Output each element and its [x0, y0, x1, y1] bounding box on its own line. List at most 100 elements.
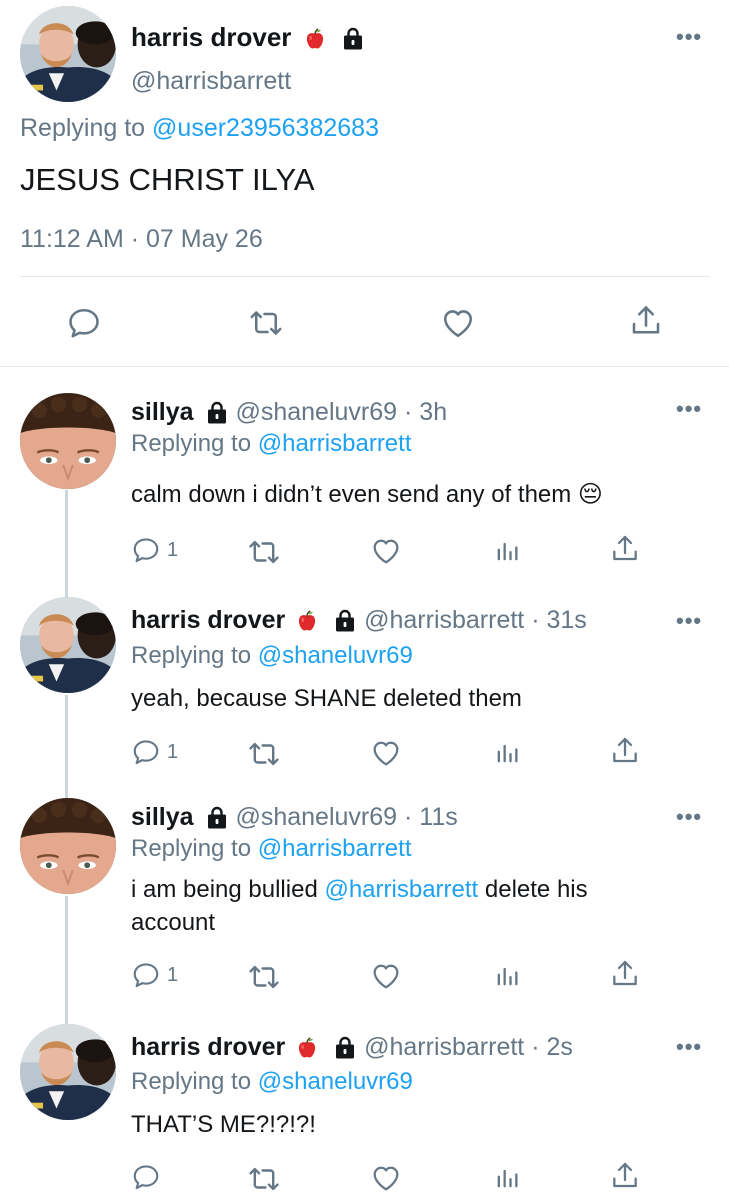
author-handle[interactable]: @shaneluvr69 [235, 398, 397, 426]
reply-icon [66, 305, 102, 341]
lock-icon [341, 24, 365, 52]
analytics-button[interactable] [493, 739, 521, 767]
more-icon[interactable]: ••• [676, 608, 702, 634]
apple-icon [302, 24, 328, 52]
display-name[interactable]: sillya [131, 803, 194, 831]
display-name[interactable]: harris drover [131, 22, 291, 52]
retweet-button[interactable] [247, 737, 281, 771]
replying-to-mention[interactable]: @harrisbarrett [258, 835, 412, 862]
retweet-button[interactable] [248, 305, 284, 341]
replying-to-mention[interactable]: @harrisbarrett [258, 430, 412, 457]
replying-to-mention[interactable]: @user23956382683 [152, 114, 379, 142]
reply-icon [131, 535, 161, 565]
more-icon[interactable]: ••• [676, 1034, 702, 1060]
replying-to-line: Replying to @shaneluvr69 [131, 642, 413, 670]
avatar[interactable] [20, 1024, 116, 1120]
reply-button[interactable] [66, 305, 102, 341]
reply-icon [131, 1162, 161, 1192]
reply-count: 1 [167, 538, 179, 561]
tweet-text-line2: account [131, 909, 216, 936]
author-handle[interactable]: @harrisbarrett [364, 606, 524, 634]
retweet-icon [247, 960, 281, 994]
author-handle[interactable]: @harrisbarrett [364, 1033, 524, 1061]
display-name[interactable]: harris drover [131, 606, 285, 634]
retweet-button[interactable] [247, 960, 281, 994]
like-button[interactable] [370, 535, 402, 567]
analytics-icon [493, 537, 521, 565]
replying-to-line: Replying to @shaneluvr69 [131, 1068, 413, 1096]
display-name[interactable]: sillya [131, 398, 194, 426]
reply-count: 1 [167, 740, 179, 763]
like-icon [370, 737, 402, 769]
tweet-time[interactable]: · 2s [531, 1033, 573, 1061]
share-button[interactable] [628, 303, 664, 339]
analytics-button[interactable] [493, 962, 521, 990]
like-button[interactable] [370, 960, 402, 992]
avatar[interactable] [20, 393, 116, 489]
analytics-icon [493, 1164, 521, 1192]
lock-icon [333, 606, 357, 634]
divider [0, 366, 729, 367]
tweet-text-start: i am being bullied [131, 876, 318, 903]
replying-to-mention[interactable]: @shaneluvr69 [258, 642, 413, 669]
author-handle[interactable]: @shaneluvr69 [235, 803, 397, 831]
like-button[interactable] [370, 737, 402, 769]
replying-to-prefix: Replying to [131, 642, 252, 669]
replying-to-line: Replying to @user23956382683 [20, 114, 379, 143]
analytics-icon [493, 739, 521, 767]
share-button[interactable] [609, 1160, 641, 1192]
apple-icon [294, 606, 320, 634]
share-button[interactable] [609, 533, 641, 565]
retweet-icon [248, 305, 284, 341]
avatar[interactable] [20, 597, 116, 693]
thread-line [65, 896, 68, 1024]
like-button[interactable] [440, 305, 476, 341]
lock-icon [205, 398, 229, 426]
tweet-text: calm down i didn’t even send any of them… [131, 478, 603, 511]
share-icon [609, 533, 641, 565]
like-icon [440, 305, 476, 341]
replying-to-prefix: Replying to [131, 835, 252, 862]
avatar[interactable] [20, 6, 116, 102]
pensive-emoji: 😔 [577, 481, 603, 508]
replying-to-line: Replying to @harrisbarrett [131, 430, 412, 458]
retweet-button[interactable] [247, 535, 281, 569]
reply-button[interactable]: 1 [131, 960, 178, 990]
share-button[interactable] [609, 735, 641, 767]
reply-button[interactable]: 1 [131, 535, 178, 565]
tweet-time[interactable]: · 3h [404, 398, 447, 426]
tweet-text: JESUS CHRIST ILYA [20, 162, 315, 197]
lock-icon [205, 803, 229, 831]
more-icon[interactable]: ••• [676, 396, 702, 422]
author-handle[interactable]: @harrisbarrett [131, 67, 291, 96]
replying-to-mention[interactable]: @shaneluvr69 [258, 1068, 413, 1095]
retweet-button[interactable] [247, 1162, 281, 1196]
retweet-icon [247, 1162, 281, 1196]
replying-to-prefix: Replying to [131, 430, 252, 457]
share-icon [609, 1160, 641, 1192]
analytics-button[interactable] [493, 1164, 521, 1192]
more-icon[interactable]: ••• [676, 804, 702, 830]
reply-button[interactable]: 1 [131, 737, 178, 767]
analytics-button[interactable] [493, 537, 521, 565]
author-line: harris drover [131, 22, 365, 53]
tweet-time[interactable]: · 11s [404, 803, 458, 831]
avatar[interactable] [20, 798, 116, 894]
tweet-text: THAT’S ME?!?!?! [131, 1111, 316, 1138]
tweet-text-content: calm down i didn’t even send any of them [131, 481, 572, 508]
author-line: harris drover @harrisbarrett · 31s [131, 606, 587, 635]
share-icon [628, 303, 664, 339]
retweet-icon [247, 535, 281, 569]
reply-icon [131, 737, 161, 767]
share-button[interactable] [609, 958, 641, 990]
display-name[interactable]: harris drover [131, 1033, 285, 1061]
thread-line [65, 695, 68, 800]
like-button[interactable] [370, 1162, 402, 1194]
replying-to-prefix: Replying to [20, 114, 146, 142]
tweet-timestamp[interactable]: 11:12 AM · 07 May 26 [20, 225, 263, 254]
tweet-mention[interactable]: @harrisbarrett [324, 876, 478, 903]
more-icon[interactable]: ••• [676, 24, 702, 50]
tweet-time[interactable]: · 31s [531, 606, 587, 634]
thread-line [65, 490, 68, 600]
reply-button[interactable] [131, 1162, 161, 1192]
